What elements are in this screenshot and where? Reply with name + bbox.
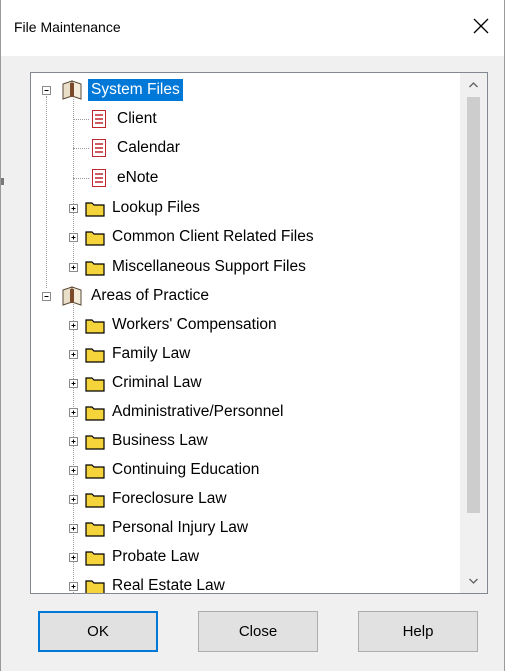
tree-connector [73, 119, 89, 121]
book-icon [62, 286, 82, 306]
tree-node-administrative-personnel[interactable]: Administrative/Personnel [69, 398, 286, 426]
folder-icon [85, 521, 105, 537]
tree-node-label: Common Client Related Files [112, 228, 314, 245]
scroll-down-button[interactable] [460, 569, 487, 593]
document-icon [92, 110, 106, 128]
book-icon [62, 80, 82, 100]
tree-node-business-law[interactable]: Business Law [69, 427, 211, 455]
expand-icon[interactable] [69, 350, 78, 359]
tree-node-calendar[interactable]: Calendar [73, 134, 183, 162]
tree-node-label: Administrative/Personnel [112, 403, 284, 420]
tree-node-label: Areas of Practice [91, 287, 210, 304]
folder-icon [85, 492, 105, 508]
folder-icon [85, 434, 105, 450]
tree-node-label: Workers' Compensation [112, 316, 277, 333]
folder-icon [85, 463, 105, 479]
tree-node-label: Probate Law [112, 548, 200, 565]
tree-node-system-files[interactable]: System Files [41, 76, 183, 104]
tree-connector [46, 96, 48, 288]
chevron-up-icon [469, 82, 478, 88]
tree-node-continuing-education[interactable]: Continuing Education [69, 456, 262, 484]
document-icon [92, 169, 106, 187]
folder-icon [85, 230, 105, 246]
folder-icon [85, 579, 105, 593]
scroll-thumb[interactable] [467, 97, 480, 513]
tree-connector [73, 178, 89, 180]
scroll-up-button[interactable] [460, 73, 487, 97]
expand-icon[interactable] [69, 553, 78, 562]
close-button[interactable]: Close [198, 611, 318, 652]
expand-icon[interactable] [69, 379, 78, 388]
expand-icon[interactable] [69, 233, 78, 242]
help-button[interactable]: Help [358, 611, 478, 652]
tree-node-label: Continuing Education [112, 461, 260, 478]
expand-icon[interactable] [69, 204, 78, 213]
tree-connector [73, 148, 89, 150]
expand-icon[interactable] [69, 321, 78, 330]
folder-icon [85, 550, 105, 566]
close-window-button[interactable] [458, 0, 504, 56]
tree-node-criminal-law[interactable]: Criminal Law [69, 369, 205, 397]
tree-node-probate-law[interactable]: Probate Law [69, 543, 202, 571]
tree-node-label: Family Law [112, 345, 191, 362]
tree-node-foreclosure-law[interactable]: Foreclosure Law [69, 485, 230, 513]
tree-node-areas-of-practice[interactable]: Areas of Practice [41, 282, 212, 310]
file-tree-panel: System Files Client Calendar eNote Looku… [30, 72, 488, 594]
background-fragment [1, 178, 4, 185]
tree-node-real-estate-law[interactable]: Real Estate Law [69, 572, 228, 593]
tree-node-personal-injury-law[interactable]: Personal Injury Law [69, 514, 251, 542]
document-icon [92, 139, 106, 157]
tree-node-label: Personal Injury Law [112, 519, 249, 536]
folder-icon [85, 260, 105, 276]
tree-node-label: System Files [88, 79, 183, 101]
expand-icon[interactable] [69, 524, 78, 533]
tree-node-misc-support-files[interactable]: Miscellaneous Support Files [69, 253, 309, 281]
expand-icon[interactable] [69, 466, 78, 475]
tree-node-lookup-files[interactable]: Lookup Files [69, 194, 203, 222]
tree-node-workers-compensation[interactable]: Workers' Compensation [69, 311, 280, 339]
tree-node-common-client-files[interactable]: Common Client Related Files [69, 223, 317, 251]
expand-icon[interactable] [69, 263, 78, 272]
folder-icon [85, 376, 105, 392]
collapse-icon[interactable] [42, 292, 51, 301]
expand-icon[interactable] [69, 408, 78, 417]
folder-icon [85, 318, 105, 334]
file-tree[interactable]: System Files Client Calendar eNote Looku… [31, 73, 461, 593]
tree-node-client[interactable]: Client [73, 105, 160, 133]
expand-icon[interactable] [69, 437, 78, 446]
chevron-down-icon [469, 578, 478, 584]
expand-icon[interactable] [69, 495, 78, 504]
expand-icon[interactable] [69, 582, 78, 591]
tree-node-label: Calendar [117, 139, 180, 156]
tree-node-label: eNote [117, 169, 159, 186]
tree-node-family-law[interactable]: Family Law [69, 340, 193, 368]
tree-node-label: Real Estate Law [112, 577, 225, 593]
title-bar: File Maintenance [1, 0, 504, 56]
tree-node-enote[interactable]: eNote [73, 164, 161, 192]
tree-node-label: Lookup Files [112, 199, 200, 216]
folder-icon [85, 201, 105, 217]
vertical-scrollbar[interactable] [460, 73, 487, 593]
folder-icon [85, 347, 105, 363]
window-border-left [0, 0, 1, 671]
ok-button[interactable]: OK [38, 611, 158, 652]
collapse-icon[interactable] [42, 86, 51, 95]
tree-node-label: Criminal Law [112, 374, 202, 391]
tree-node-label: Foreclosure Law [112, 490, 227, 507]
folder-icon [85, 405, 105, 421]
tree-node-label: Client [117, 110, 157, 127]
tree-node-label: Business Law [112, 432, 208, 449]
close-icon [473, 18, 489, 34]
dialog-title: File Maintenance [14, 19, 121, 35]
tree-node-label: Miscellaneous Support Files [112, 258, 306, 275]
